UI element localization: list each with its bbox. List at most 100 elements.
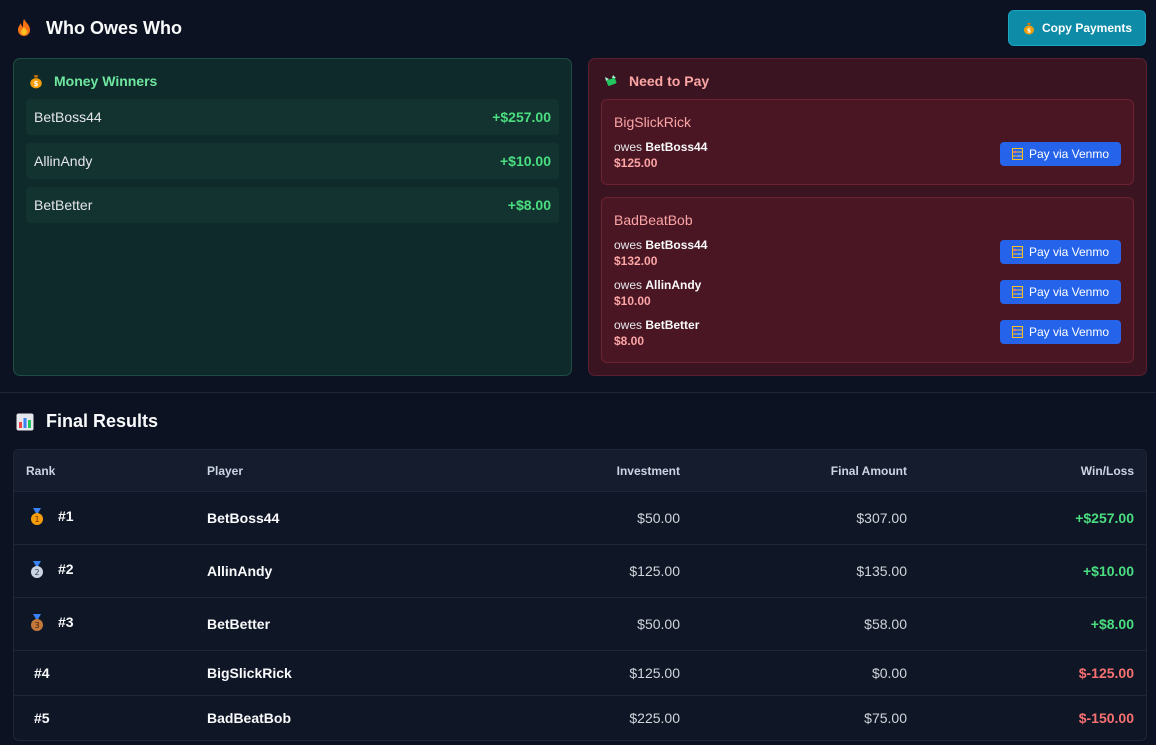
rank-text: #4 xyxy=(34,665,50,681)
rank-cell: 3 #3 xyxy=(28,614,74,632)
owes-text: owes BetBoss44 xyxy=(614,140,707,154)
bronze-medal-icon: 3 xyxy=(31,614,43,632)
debt-line: owes BetBoss44 $132.00 Pay via Venmo xyxy=(614,238,1121,270)
player-name: BetBetter xyxy=(207,616,271,632)
rank-text: #5 xyxy=(34,710,50,726)
money-with-wings-icon xyxy=(605,75,617,86)
copy-payments-label: Copy Payments xyxy=(1041,21,1133,35)
owes-prefix: owes xyxy=(614,238,643,252)
final-amount-value: $58.00 xyxy=(864,616,907,632)
final-amount-value: $135.00 xyxy=(856,563,907,579)
rank-text: #2 xyxy=(58,561,74,577)
table-row: #5 BadBeatBob $225.00 $75.00 $-150.00 xyxy=(14,696,1146,740)
money-bag-icon: $ xyxy=(1023,23,1034,35)
gold-medal-icon: 1 xyxy=(31,508,43,526)
final-results-header: Final Results xyxy=(16,411,158,432)
abacus-icon xyxy=(1011,326,1023,338)
owes-text: owes BetBetter xyxy=(614,318,699,332)
winner-row: BetBoss44 +$257.00 xyxy=(26,99,559,135)
owes-text: owes AllinAndy xyxy=(614,278,701,292)
money-winners-title: Money Winners xyxy=(54,73,158,89)
pay-via-venmo-button[interactable]: Pay via Venmo xyxy=(1000,320,1121,344)
debt-line: owes AllinAndy $10.00 Pay via Venmo xyxy=(614,278,1121,310)
owes-text: owes BetBoss44 xyxy=(614,238,707,252)
winner-row: BetBetter +$8.00 xyxy=(26,187,559,223)
abacus-icon xyxy=(1011,148,1023,160)
rank-cell: #4 xyxy=(34,665,50,681)
column-header-final-amount[interactable]: Final Amount xyxy=(831,464,907,478)
pay-via-venmo-button[interactable]: Pay via Venmo xyxy=(1000,240,1121,264)
investment-value: $50.00 xyxy=(637,616,680,632)
table-row: 2 #2 AllinAndy $125.00 $135.00 +$10.00 xyxy=(14,545,1146,598)
column-header-win-loss[interactable]: Win/Loss xyxy=(1081,464,1134,478)
debt-amount: $8.00 xyxy=(614,334,645,348)
column-header-rank[interactable]: Rank xyxy=(26,464,55,478)
debtor-card: BigSlickRick owes BetBoss44 $125.00 Pay … xyxy=(601,99,1134,185)
creditor-name: AllinAndy xyxy=(645,278,702,292)
debt-line: owes BetBoss44 $125.00 Pay via Venmo xyxy=(614,140,1121,172)
venmo-label: Pay via Venmo xyxy=(1028,285,1110,299)
winner-amount: +$257.00 xyxy=(492,109,551,125)
owes-prefix: owes xyxy=(614,278,643,292)
investment-value: $50.00 xyxy=(637,510,680,526)
table-header: Rank Player Investment Final Amount Win/… xyxy=(14,450,1146,492)
player-name: BigSlickRick xyxy=(207,665,292,681)
svg-text:2: 2 xyxy=(34,568,39,577)
money-winners-header: $ Money Winners xyxy=(28,73,157,89)
abacus-icon xyxy=(1011,246,1023,258)
player-name: BadBeatBob xyxy=(207,710,292,726)
player-name: AllinAndy xyxy=(207,563,273,579)
rank-cell: 2 #2 xyxy=(28,561,74,579)
final-results-title: Final Results xyxy=(46,411,159,431)
venmo-label: Pay via Venmo xyxy=(1028,147,1110,161)
svg-text:$: $ xyxy=(1027,28,1031,35)
copy-payments-button[interactable]: $ Copy Payments xyxy=(1008,10,1146,46)
investment-value: $125.00 xyxy=(629,665,680,681)
header: Who Owes Who $ Copy Payments xyxy=(14,10,1146,46)
pay-via-venmo-button[interactable]: Pay via Venmo xyxy=(1000,142,1121,166)
venmo-label: Pay via Venmo xyxy=(1028,245,1110,259)
table-row: 1 #1 BetBoss44 $50.00 $307.00 +$257.00 xyxy=(14,492,1146,545)
winner-name: BetBetter xyxy=(34,197,93,213)
win-loss-value: $-125.00 xyxy=(1078,665,1134,681)
venmo-label: Pay via Venmo xyxy=(1028,325,1110,339)
debt-amount: $125.00 xyxy=(614,156,658,170)
winner-name: BetBoss44 xyxy=(34,109,102,125)
win-loss-value: +$10.00 xyxy=(1083,563,1134,579)
svg-text:3: 3 xyxy=(34,621,39,630)
win-loss-value: $-150.00 xyxy=(1078,710,1134,726)
owes-prefix: owes xyxy=(614,140,643,154)
fire-icon xyxy=(18,19,30,36)
column-header-investment[interactable]: Investment xyxy=(617,464,680,478)
final-amount-value: $307.00 xyxy=(856,510,907,526)
final-amount-value: $75.00 xyxy=(864,710,907,726)
abacus-icon xyxy=(1011,286,1023,298)
owes-prefix: owes xyxy=(614,318,643,332)
svg-text:1: 1 xyxy=(34,515,39,524)
creditor-name: BetBetter xyxy=(645,318,700,332)
silver-medal-icon: 2 xyxy=(31,561,43,579)
table-row: #4 BigSlickRick $125.00 $0.00 $-125.00 xyxy=(14,651,1146,696)
need-to-pay-header: Need to Pay xyxy=(603,73,709,89)
investment-value: $125.00 xyxy=(629,563,680,579)
debtor-name: BigSlickRick xyxy=(614,114,692,130)
column-header-player[interactable]: Player xyxy=(207,464,243,478)
winner-amount: +$8.00 xyxy=(507,197,551,213)
debtor-card: BadBeatBob owes BetBoss44 $132.00 Pay vi… xyxy=(601,197,1134,363)
svg-text:$: $ xyxy=(34,80,39,88)
final-amount-value: $0.00 xyxy=(871,665,907,681)
rank-cell: #5 xyxy=(34,710,50,726)
need-to-pay-title: Need to Pay xyxy=(629,73,710,89)
money-winners-panel: $ Money Winners BetBoss44 +$257.00 Allin… xyxy=(13,58,572,376)
pay-via-venmo-button[interactable]: Pay via Venmo xyxy=(1000,280,1121,304)
investment-value: $225.00 xyxy=(629,710,680,726)
winner-row: AllinAndy +$10.00 xyxy=(26,143,559,179)
need-to-pay-panel: Need to Pay BigSlickRick owes BetBoss44 … xyxy=(588,58,1147,376)
winner-amount: +$10.00 xyxy=(500,153,551,169)
money-bag-icon: $ xyxy=(30,75,42,89)
bar-chart-icon xyxy=(16,413,34,430)
win-loss-value: +$257.00 xyxy=(1075,510,1134,526)
win-loss-value: +$8.00 xyxy=(1090,616,1134,632)
table-row: 3 #3 BetBetter $50.00 $58.00 +$8.00 xyxy=(14,598,1146,651)
rank-text: #3 xyxy=(58,614,74,630)
